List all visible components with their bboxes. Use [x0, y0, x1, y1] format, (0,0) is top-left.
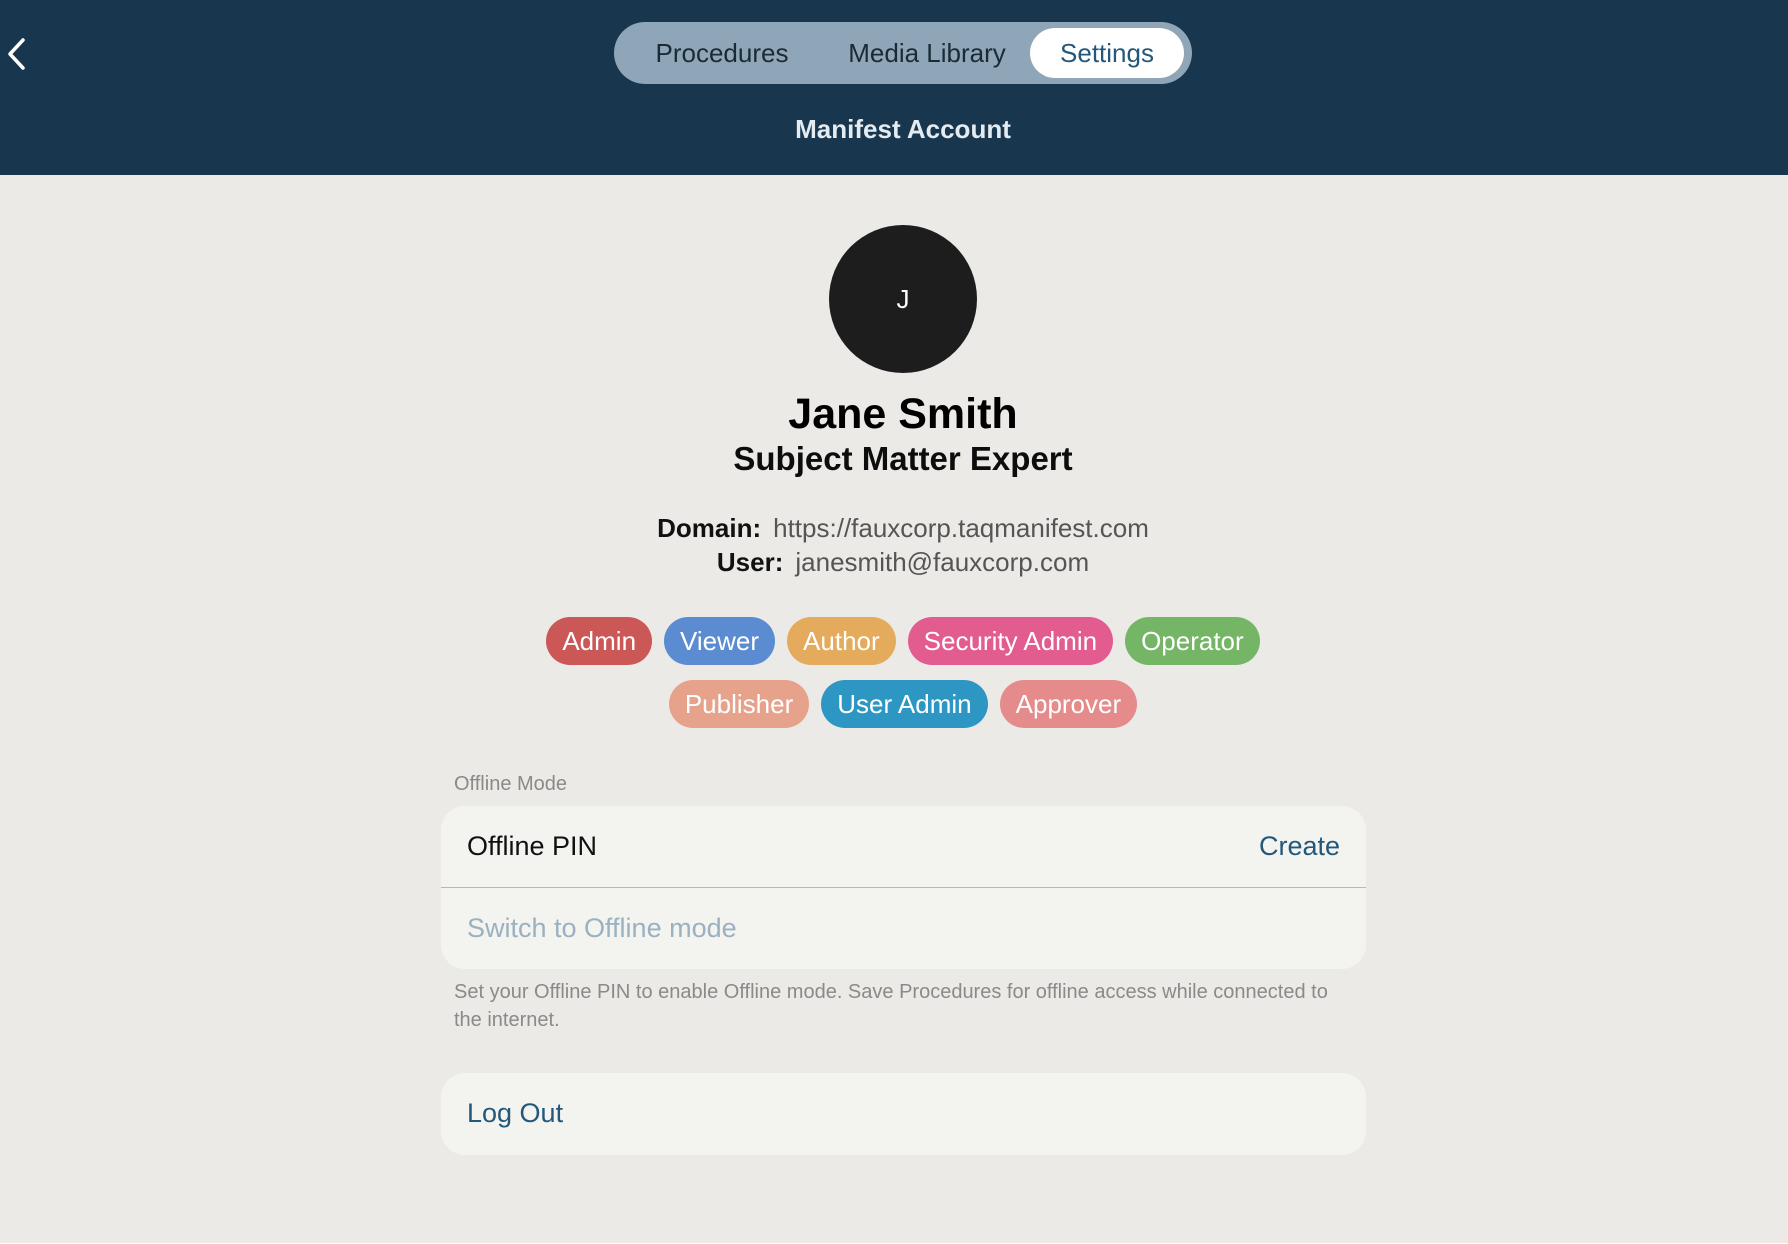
top-navigation-bar: Procedures Media Library Settings Manife… [0, 0, 1788, 175]
role-badges-row-1: Admin Viewer Author Security Admin Opera… [394, 617, 1412, 665]
role-badge-user-admin: User Admin [821, 680, 988, 728]
page-title: Manifest Account [795, 114, 1011, 144]
role-badge-author: Author [787, 617, 896, 665]
switch-to-offline-button: Switch to Offline mode [467, 912, 737, 943]
role-badge-approver: Approver [999, 680, 1138, 728]
switch-offline-row: Switch to Offline mode [441, 887, 1366, 968]
user-value: janesmith@fauxcorp.com [795, 547, 1090, 577]
domain-value: https://fauxcorp.taqmanifest.com [773, 513, 1149, 543]
offline-mode-section-label: Offline Mode [454, 773, 568, 795]
tab-procedures[interactable]: Procedures [620, 28, 824, 78]
create-pin-button[interactable]: Create [1259, 831, 1340, 862]
avatar-initial: J [896, 283, 910, 314]
role-badge-operator: Operator [1125, 617, 1260, 665]
offline-pin-row: Offline PIN Create [441, 806, 1366, 887]
role-badge-publisher: Publisher [668, 680, 810, 728]
tab-media-library[interactable]: Media Library [824, 28, 1030, 78]
user-row: User: janesmith@fauxcorp.com [0, 547, 1788, 578]
tab-settings[interactable]: Settings [1030, 28, 1184, 78]
logout-row[interactable]: Log Out [441, 1073, 1366, 1154]
role-badges-row-2: Publisher User Admin Approver [394, 680, 1412, 728]
section-segmented-control: Procedures Media Library Settings [614, 22, 1192, 84]
back-button[interactable] [2, 34, 32, 74]
user-role-title: Subject Matter Expert [733, 440, 1073, 477]
offline-mode-card: Offline PIN Create Switch to Offline mod… [441, 806, 1366, 969]
offline-pin-label: Offline PIN [467, 831, 598, 861]
user-label: User: [716, 547, 784, 577]
role-badge-security-admin: Security Admin [907, 617, 1114, 665]
logout-card: Log Out [441, 1073, 1366, 1155]
domain-label: Domain: [657, 513, 762, 543]
log-out-button[interactable]: Log Out [467, 1098, 563, 1129]
role-badge-admin: Admin [546, 617, 653, 665]
offline-mode-footnote: Set your Offline PIN to enable Offline m… [454, 981, 1328, 1031]
avatar: J [829, 225, 977, 373]
user-name: Jane Smith [788, 390, 1018, 438]
role-badge-viewer: Viewer [664, 617, 776, 665]
chevron-left-icon [8, 38, 25, 70]
domain-row: Domain: https://fauxcorp.taqmanifest.com [0, 513, 1788, 544]
